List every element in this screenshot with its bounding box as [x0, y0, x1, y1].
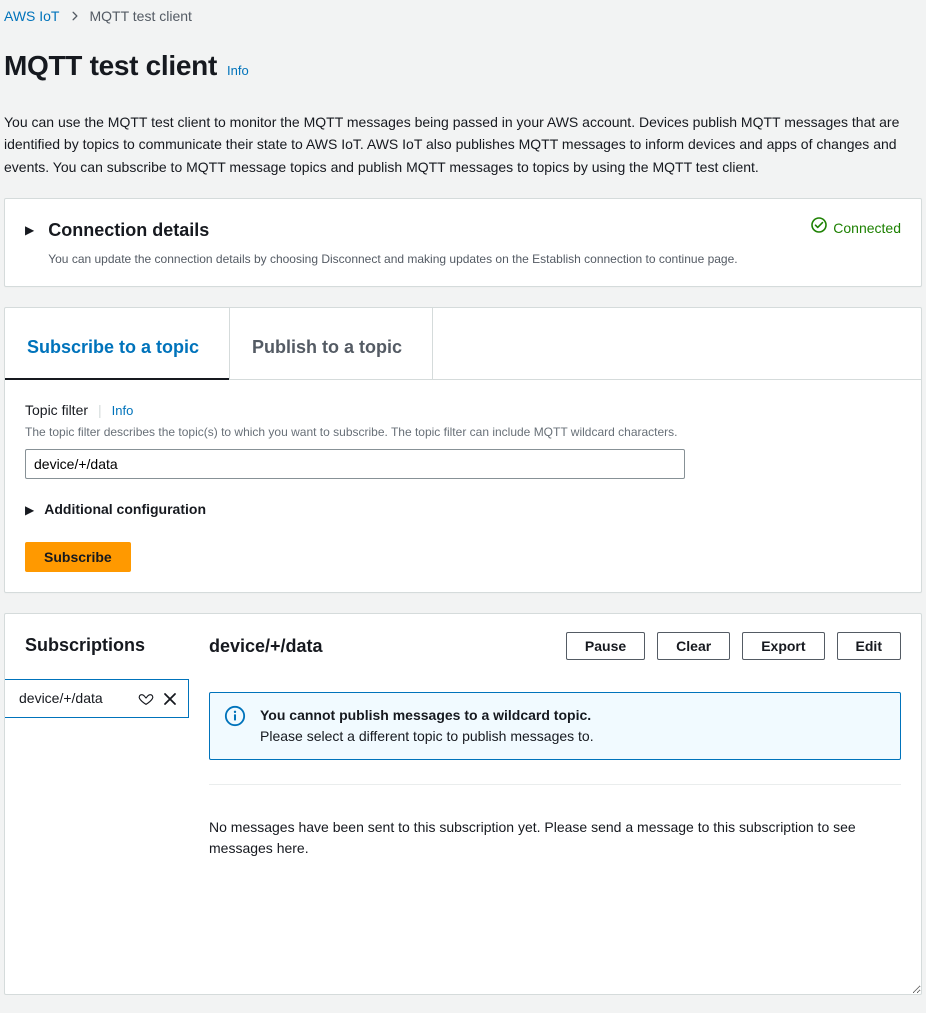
topic-filter-label: Topic filter | Info [25, 400, 901, 421]
chevron-right-icon [70, 6, 80, 27]
page-title: MQTT test client [4, 45, 217, 87]
close-icon[interactable] [162, 691, 178, 707]
clear-button[interactable]: Clear [657, 632, 730, 660]
additional-config-label: Additional configuration [44, 499, 206, 520]
info-icon [224, 705, 246, 747]
check-circle-icon [811, 217, 827, 239]
connection-title: Connection details [48, 217, 797, 244]
heart-icon[interactable] [138, 691, 154, 707]
caret-right-icon[interactable]: ▶ [25, 217, 34, 239]
topic-panel: Subscribe to a topic Publish to a topic … [4, 307, 922, 593]
subscribe-button[interactable]: Subscribe [25, 542, 131, 572]
subscription-item[interactable]: device/+/data [5, 679, 189, 718]
info-link[interactable]: Info [112, 401, 134, 421]
connection-status-text: Connected [833, 218, 901, 239]
info-alert: You cannot publish messages to a wildcar… [209, 692, 901, 760]
breadcrumb-current: MQTT test client [90, 6, 192, 27]
subscriptions-title: Subscriptions [5, 632, 189, 679]
edit-button[interactable]: Edit [837, 632, 901, 660]
subscriptions-panel: Subscriptions device/+/data device/+/dat… [4, 613, 922, 995]
connection-panel: ▶ Connection details You can update the … [4, 198, 922, 287]
subscription-detail-header: device/+/data Pause Clear Export Edit [209, 632, 901, 660]
info-link[interactable]: Info [227, 61, 249, 81]
tabs: Subscribe to a topic Publish to a topic [5, 308, 921, 380]
divider [209, 784, 901, 785]
additional-config-toggle[interactable]: ▶ Additional configuration [25, 499, 901, 520]
page-intro: You can use the MQTT test client to moni… [0, 87, 926, 178]
empty-message: No messages have been sent to this subsc… [209, 817, 901, 859]
breadcrumb-root[interactable]: AWS IoT [4, 6, 60, 27]
selected-topic: device/+/data [209, 633, 554, 660]
alert-body: Please select a different topic to publi… [260, 726, 594, 747]
breadcrumb: AWS IoT MQTT test client [0, 0, 926, 27]
tab-body: Topic filter | Info The topic filter des… [5, 380, 921, 592]
page-header: MQTT test client Info [0, 27, 926, 87]
subscriptions-sidebar: Subscriptions device/+/data [5, 614, 189, 994]
export-button[interactable]: Export [742, 632, 824, 660]
topic-filter-input[interactable] [25, 449, 685, 479]
tab-publish[interactable]: Publish to a topic [230, 308, 433, 379]
connection-sub: You can update the connection details by… [48, 250, 797, 268]
topic-filter-help: The topic filter describes the topic(s) … [25, 423, 901, 441]
subscription-detail: device/+/data Pause Clear Export Edit Yo… [189, 614, 921, 994]
connection-status: Connected [811, 217, 901, 239]
tab-subscribe[interactable]: Subscribe to a topic [5, 308, 230, 379]
subscription-topic: device/+/data [19, 688, 130, 709]
pause-button[interactable]: Pause [566, 632, 645, 660]
caret-right-icon: ▶ [25, 501, 34, 519]
alert-title: You cannot publish messages to a wildcar… [260, 705, 594, 726]
